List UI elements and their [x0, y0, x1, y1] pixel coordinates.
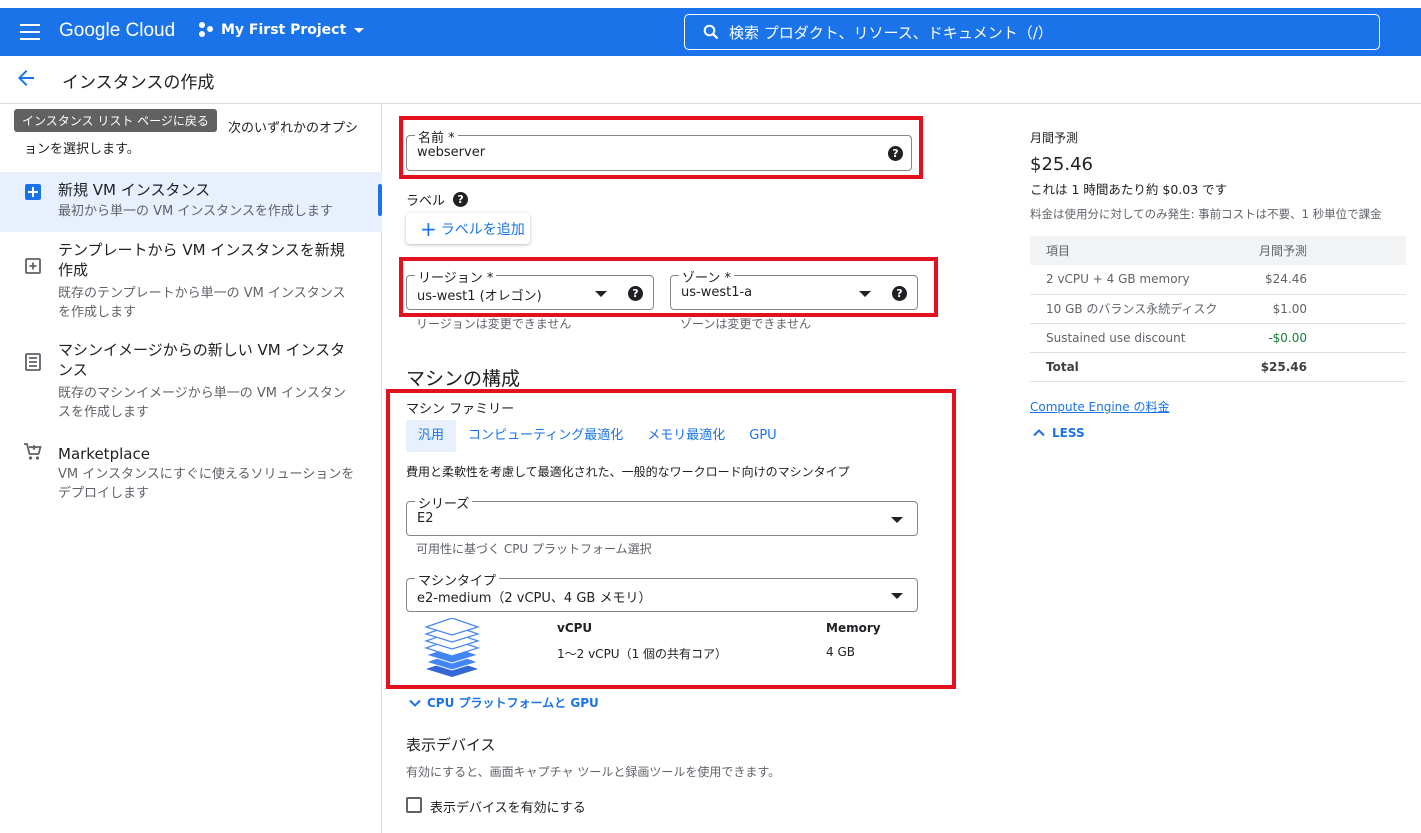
cpu-platform-expander[interactable]: CPU プラットフォームと GPU: [408, 694, 599, 711]
template-icon: [25, 258, 41, 274]
labels-section: ラベル ?: [406, 190, 469, 209]
less-label: LESS: [1052, 426, 1085, 440]
search-icon: [703, 24, 719, 40]
option-desc: 最初から単一の VM インスタンスを作成します: [58, 204, 333, 219]
page-header: インスタンスの作成: [0, 56, 1421, 104]
highlight-box-machine-config: [386, 389, 956, 689]
add-label-button[interactable]: + ラベルを追加: [406, 213, 530, 244]
search-placeholder: 検索 プロダクト、リソース、ドキュメント（/）: [729, 23, 1053, 42]
option-marketplace[interactable]: Marketplace VM インスタンスにすぐに使えるソリューションをデプロイ…: [0, 436, 382, 508]
help-icon[interactable]: ?: [453, 192, 469, 207]
column-header-item: 項目: [1030, 236, 1239, 265]
labels-title: ラベル: [406, 194, 446, 209]
creation-options-panel: 次のいずれかのオプションを選択します。 インスタンス リスト ページに戻る 新規…: [0, 104, 382, 833]
project-dots-icon: [199, 22, 215, 38]
active-indicator: [378, 184, 382, 216]
hourly-estimate: これは 1 時間あたり約 $0.03 です: [1030, 182, 1228, 197]
cost-item: Sustained use discount: [1030, 323, 1239, 353]
highlight-box-name: [399, 116, 923, 179]
option-title: テンプレートから VM インスタンスを新規作成: [58, 241, 345, 279]
machine-config-title: マシンの構成: [406, 368, 521, 390]
table-header-row: 項目 月間予測: [1030, 236, 1406, 265]
plus-icon: +: [420, 216, 437, 241]
chevron-down-icon: [409, 699, 421, 707]
google-cloud-logo[interactable]: Google Cloud: [59, 20, 175, 42]
option-desc: 既存のマシンイメージから単一の VM インスタンスを作成します: [58, 386, 346, 420]
table-row-total: Total $25.46: [1030, 352, 1406, 382]
cost-value: -$0.00: [1238, 323, 1406, 353]
cart-icon: [24, 443, 42, 460]
cost-item: 2 vCPU + 4 GB memory: [1030, 265, 1239, 295]
back-arrow-icon[interactable]: [16, 68, 36, 94]
option-from-machine-image[interactable]: マシンイメージからの新しい VM インスタンス 既存のマシンイメージから単一の …: [0, 332, 382, 424]
monthly-estimate-label: 月間予測: [1030, 131, 1079, 145]
cost-value: $24.46: [1238, 265, 1406, 295]
cost-item: 10 GB のバランス永続ディスク: [1030, 294, 1239, 324]
total-label: Total: [1030, 352, 1239, 382]
menu-icon[interactable]: [20, 24, 40, 40]
cost-table: 項目 月間予測 2 vCPU + 4 GB memory $24.46 10 G…: [1030, 236, 1406, 382]
project-selector[interactable]: My First Project: [199, 22, 365, 38]
pricing-note: 料金は使用分に対してのみ発生: 事前コストは不要、1 秒単位で課金: [1030, 207, 1382, 221]
top-app-bar: Google Cloud My First Project 検索 プロダクト、リ…: [0, 8, 1421, 56]
option-title: 新規 VM インスタンス: [58, 181, 211, 199]
monthly-estimate-total: $25.46: [1030, 154, 1093, 175]
display-device-title: 表示デバイス: [406, 736, 496, 754]
option-from-template[interactable]: テンプレートから VM インスタンスを新規作成 既存のテンプレートから単一の V…: [0, 232, 382, 324]
total-value: $25.46: [1238, 352, 1406, 382]
page-title: インスタンスの作成: [62, 73, 215, 93]
machine-image-icon: [25, 353, 41, 371]
chevron-up-icon: [1033, 429, 1045, 437]
cost-value: $1.00: [1238, 294, 1406, 324]
display-device-desc: 有効にすると、画面キャプチャ ツールと録画ツールを使用できます。: [406, 765, 781, 779]
zone-hint: ゾーンは変更できません: [680, 317, 812, 331]
highlight-box-region-zone: [399, 257, 938, 317]
display-device-checkbox[interactable]: [406, 797, 422, 813]
column-header-estimate: 月間予測: [1238, 236, 1406, 265]
option-desc: VM インスタンスにすぐに使えるソリューションをデプロイします: [58, 467, 355, 501]
compute-engine-pricing-link[interactable]: Compute Engine の料金: [1030, 398, 1169, 415]
option-title: Marketplace: [58, 445, 150, 463]
option-new-vm[interactable]: 新規 VM インスタンス 最初から単一の VM インスタンスを作成します: [0, 172, 382, 232]
option-desc: 既存のテンプレートから単一の VM インスタンスを作成します: [58, 286, 346, 320]
less-button[interactable]: LESS: [1032, 426, 1085, 440]
table-row: 10 GB のバランス永続ディスク $1.00: [1030, 294, 1406, 324]
add-box-icon: [25, 184, 41, 200]
add-label-text: ラベルを追加: [440, 221, 525, 238]
table-row: Sustained use discount -$0.00: [1030, 323, 1406, 353]
search-input[interactable]: 検索 プロダクト、リソース、ドキュメント（/）: [684, 14, 1380, 50]
chevron-down-icon: [354, 27, 365, 33]
region-hint: リージョンは変更できません: [416, 317, 572, 331]
back-tooltip: インスタンス リスト ページに戻る: [14, 109, 217, 132]
cpu-platform-link: CPU プラットフォームと GPU: [427, 696, 599, 710]
table-row: 2 vCPU + 4 GB memory $24.46: [1030, 265, 1406, 295]
project-name: My First Project: [221, 22, 347, 38]
display-device-checkbox-label[interactable]: 表示デバイスを有効にする: [430, 797, 586, 816]
option-title: マシンイメージからの新しい VM インスタンス: [58, 341, 346, 379]
